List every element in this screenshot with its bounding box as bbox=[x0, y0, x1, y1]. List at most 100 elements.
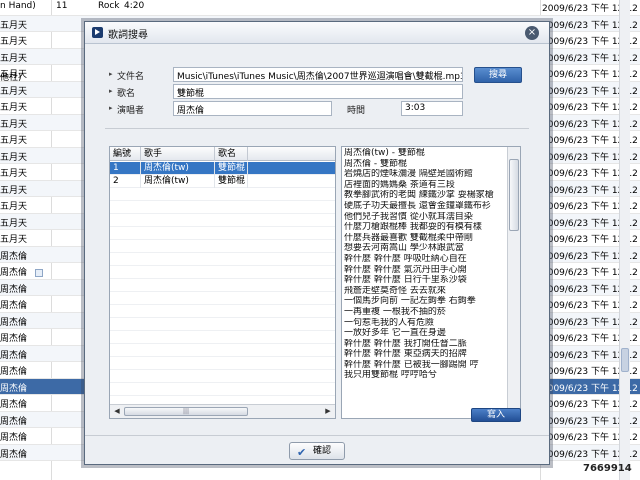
list-item[interactable]: n Hand) 11 Rock 4:20 2009/6/23 下午 12:12 bbox=[0, 0, 640, 16]
background-scrollbar[interactable] bbox=[619, 0, 630, 480]
row-song: 雙節棍 bbox=[215, 162, 248, 175]
cell-c1: 五月天 bbox=[0, 37, 28, 47]
cell-c2c: 4:20 bbox=[124, 1, 145, 11]
cell-c1: n Hand) bbox=[0, 1, 36, 11]
cell-c1: 周杰倫 bbox=[0, 400, 28, 410]
lyric-line: 幹什麼 幹什麼 已被我一腳踢開 哼 bbox=[344, 359, 479, 370]
scrollbar-thumb[interactable]: ||| bbox=[124, 407, 248, 416]
empty-table-row bbox=[110, 188, 335, 201]
close-button[interactable]: × bbox=[525, 26, 539, 40]
song-name-field[interactable]: 雙節棍 bbox=[173, 84, 463, 99]
lyric-line: 幹什麼 幹什麼 氣沉丹田手心開 bbox=[344, 264, 467, 275]
cell-c1: 五月天 bbox=[0, 136, 28, 146]
lyric-line: 想要去河南嵩山 學少林跟武當 bbox=[344, 243, 464, 254]
cell-c2: 11 bbox=[56, 1, 68, 11]
section-divider bbox=[105, 128, 529, 129]
header-number[interactable]: 編號 bbox=[110, 147, 141, 161]
empty-table-row bbox=[110, 344, 335, 357]
cell-c1: 五月天 bbox=[0, 152, 28, 163]
background-scrollbar-thumb[interactable] bbox=[621, 348, 629, 372]
empty-table-row bbox=[110, 292, 335, 305]
cell-c1: 周杰倫 bbox=[0, 449, 28, 460]
row-number: 1 bbox=[110, 162, 141, 175]
table-row[interactable]: 1 周杰倫(tw) 雙節棍 bbox=[110, 162, 335, 175]
write-button[interactable]: 寫入 bbox=[471, 408, 521, 422]
header-song[interactable]: 歌名 bbox=[215, 147, 248, 161]
dialog-title: 歌詞搜尋 bbox=[108, 30, 148, 41]
lyric-line: 一放好多年 它一直在身邊 bbox=[344, 328, 446, 339]
lyric-line: 飛簷走壁莫奇怪 去去就來 bbox=[344, 285, 446, 296]
lyrics-lines: 周杰倫(tw) - 雙節棍 周杰倫 - 雙節棍 岩燒店的煙味瀰漫 隔壁是國術館 店裡面… bbox=[344, 148, 506, 381]
empty-table-row bbox=[110, 383, 335, 396]
lyric-line: 一個馬步向前 一記左鉤拳 右鉤拳 bbox=[344, 296, 476, 307]
lyric-line: 他們兒子我習慣 從小就耳濡目染 bbox=[344, 211, 473, 222]
cell-c1: 周杰倫 bbox=[0, 416, 28, 427]
empty-table-row bbox=[110, 214, 335, 227]
header-artist[interactable]: 歌手 bbox=[141, 147, 215, 161]
row-artist: 周杰倫(tw) bbox=[141, 175, 215, 188]
lyric-line: 一句惹毛我的人有危險 bbox=[344, 317, 435, 328]
table-horizontal-scrollbar[interactable]: ◀ ||| ▶ bbox=[110, 404, 335, 418]
search-button[interactable]: 搜尋 bbox=[474, 67, 522, 83]
dialog-titlebar[interactable]: 歌詞搜尋 × bbox=[85, 22, 549, 44]
empty-table-row bbox=[110, 201, 335, 214]
bullet-icon: ▸ bbox=[109, 87, 113, 95]
cell-c1: 五月天 bbox=[0, 103, 28, 113]
empty-table-row bbox=[110, 305, 335, 318]
cell-c2b: Rock bbox=[98, 1, 120, 11]
lyric-line: 一再重複 一根我不抽的菸 bbox=[344, 306, 446, 317]
time-label: 時間 bbox=[347, 106, 366, 116]
app-icon bbox=[92, 27, 103, 38]
row-artist: 周杰倫(tw) bbox=[141, 162, 215, 175]
empty-table-row bbox=[110, 331, 335, 344]
cell-c1: 周杰倫 bbox=[0, 317, 28, 328]
lyric-line: 幹什麼 幹什麼 我打開任督二脈 bbox=[344, 338, 467, 349]
lyrics-text-area[interactable]: 周杰倫(tw) - 雙節棍 周杰倫 - 雙節棍 岩燒店的煙味瀰漫 隔壁是國術館 店裡面… bbox=[341, 146, 521, 419]
footer-divider bbox=[85, 435, 549, 436]
empty-table-row bbox=[110, 253, 335, 266]
lyrics-vertical-scrollbar[interactable] bbox=[507, 147, 520, 418]
cell-c1: 五月天 bbox=[0, 169, 28, 179]
cell-c1: 五月天 bbox=[0, 235, 28, 245]
table-header: 編號 歌手 歌名 bbox=[110, 147, 335, 161]
scrollbar-grip-icon: ||| bbox=[182, 408, 190, 415]
empty-table-row bbox=[110, 279, 335, 292]
results-table: 編號 歌手 歌名 1 周杰倫(tw) 雙節棍 2 周杰倫(tw) 雙節棍 ◀ |… bbox=[109, 146, 336, 419]
empty-table-row bbox=[110, 370, 335, 383]
cell-c1: 周杰倫 bbox=[0, 383, 28, 394]
song-label: 歌名 bbox=[117, 89, 136, 99]
empty-table-row bbox=[110, 266, 335, 279]
sidebar-text: 他社) bbox=[0, 73, 22, 83]
scrollbar-thumb[interactable] bbox=[509, 159, 519, 231]
cell-c1: 周杰倫 bbox=[0, 301, 28, 311]
lyric-line: 幹什麼 幹什麼 日行千里系沙袋 bbox=[344, 275, 467, 286]
lyrics-search-dialog: 歌詞搜尋 × ▸ 文件名 Music\iTunes\iTunes Music\周… bbox=[84, 21, 550, 465]
table-row[interactable]: 2 周杰倫(tw) 雙節棍 bbox=[110, 175, 335, 188]
cell-c1: 周杰倫 bbox=[0, 334, 28, 344]
lyric-line: 什麼兵器最喜歡 雙截棍柔中帶剛 bbox=[344, 232, 473, 243]
scroll-left-icon[interactable]: ◀ bbox=[111, 406, 123, 417]
cell-c1: 五月天 bbox=[0, 185, 28, 196]
lyric-line: 周杰倫 - 雙節棍 bbox=[344, 158, 407, 169]
cell-c1: 五月天 bbox=[0, 20, 28, 31]
cell-c1: 五月天 bbox=[0, 218, 28, 229]
watermark: 7669914 bbox=[583, 463, 632, 474]
cell-c1: 周杰倫 bbox=[0, 251, 28, 262]
lyric-line: 幹什麼 幹什麼 東亞病夫的招牌 bbox=[344, 349, 467, 360]
sidebar-checkbox-icon[interactable] bbox=[35, 269, 43, 277]
filename-label: 文件名 bbox=[117, 72, 145, 82]
confirm-button[interactable]: ✔ 確認 bbox=[289, 442, 345, 460]
lyric-line: 硬底子功夫最擅長 還會金鐘罩鐵布衫 bbox=[344, 200, 491, 211]
filename-field[interactable]: Music\iTunes\iTunes Music\周杰倫\2007世界巡迴演唱… bbox=[173, 67, 463, 82]
cell-c1: 五月天 bbox=[0, 202, 28, 212]
artist-field[interactable]: 周杰倫 bbox=[173, 101, 332, 116]
confirm-label: 確認 bbox=[313, 446, 332, 456]
lyric-line: 幹什麼 幹什麼 呼吸吐納心自在 bbox=[344, 253, 467, 264]
time-field[interactable]: 3:03 bbox=[401, 101, 463, 116]
empty-table-row bbox=[110, 318, 335, 331]
scroll-right-icon[interactable]: ▶ bbox=[322, 406, 334, 417]
cell-c1: 周杰倫 bbox=[0, 367, 28, 377]
row-song: 雙節棍 bbox=[215, 175, 248, 188]
empty-table-row bbox=[110, 357, 335, 370]
lyric-line: 教拳腳武術的老闆 練鐵沙掌 耍楊家槍 bbox=[344, 190, 494, 201]
